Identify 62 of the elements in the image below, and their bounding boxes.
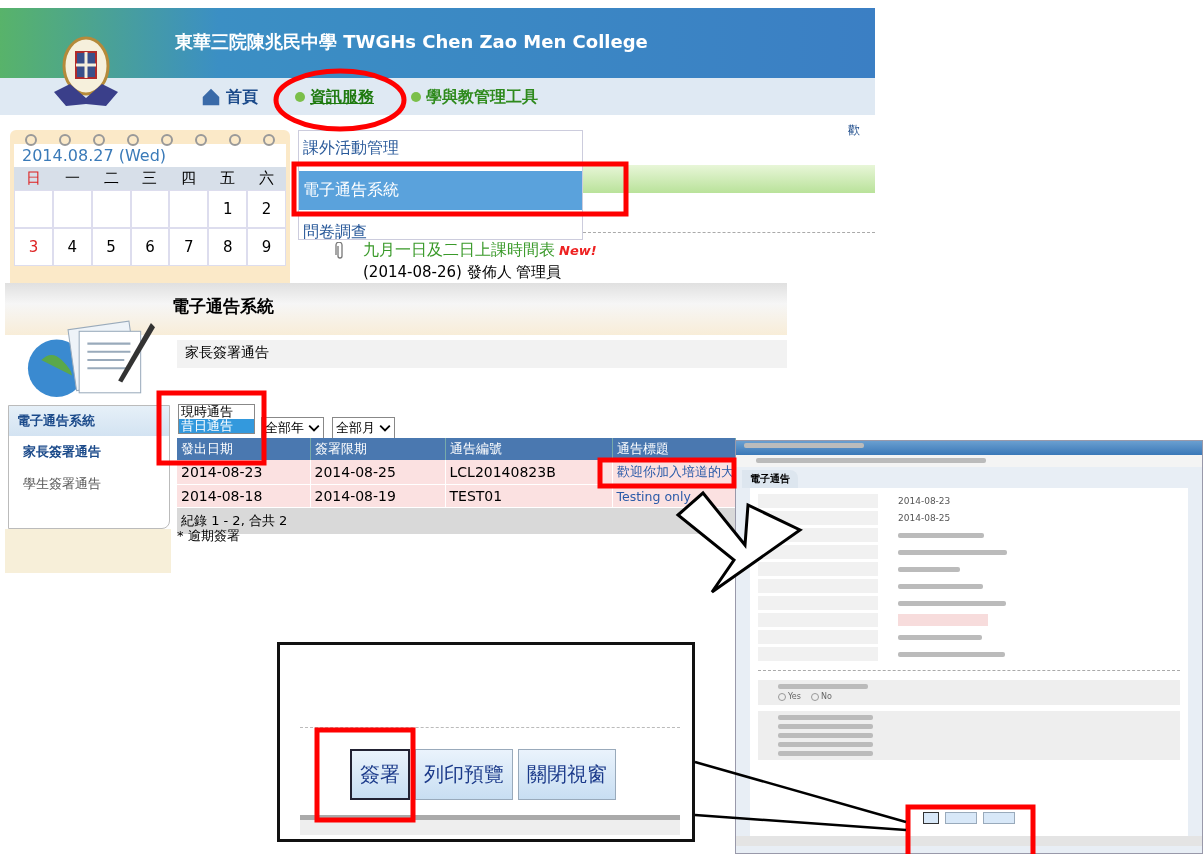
calendar-cell: [52, 190, 92, 228]
menu-item[interactable]: 課外活動管理: [299, 134, 582, 163]
calendar-cell: [169, 190, 209, 228]
sidebar-section[interactable]: 電子通告系統: [9, 406, 169, 436]
school-title: 東華三院陳兆民中學 TWGHs Chen Zao Men College: [175, 30, 648, 54]
weekday-label: 三: [130, 167, 170, 190]
form-button[interactable]: [923, 812, 939, 824]
weekday-label: 日: [14, 167, 53, 190]
news-meta: (2014-08-26) 發佈人 管理員: [363, 263, 563, 282]
blurred-text: [898, 566, 960, 572]
new-label: New!: [559, 243, 597, 258]
radio-option[interactable]: No: [810, 692, 832, 701]
calendar-date: 2014.08.27 (Wed): [14, 144, 286, 167]
form-button[interactable]: 關閉視窗: [518, 749, 616, 800]
calendar-cell: [130, 190, 170, 228]
chevron-down-icon: [308, 424, 320, 432]
field-value: 2014-08-23: [898, 496, 951, 506]
calendar-day[interactable]: 5: [91, 228, 131, 266]
calendar-day[interactable]: 8: [208, 228, 248, 266]
column-header: 簽署限期: [310, 438, 445, 460]
column-header: 通告編號: [445, 438, 612, 460]
weekday-label: 一: [52, 167, 92, 190]
weekday-label: 五: [208, 167, 248, 190]
calendar-day[interactable]: 4: [52, 228, 92, 266]
weekday-label: 六: [247, 167, 286, 190]
page-title: 家長簽署通告: [177, 340, 787, 368]
nav-link[interactable]: 資訊服務: [294, 86, 374, 108]
calendar-day[interactable]: 6: [130, 228, 170, 266]
month-select[interactable]: 全部月: [332, 417, 395, 439]
radio-option[interactable]: Yes: [778, 692, 801, 701]
calendar-day[interactable]: 2: [247, 190, 286, 228]
bullet-icon: [294, 91, 306, 103]
calendar-day[interactable]: 7: [169, 228, 209, 266]
input-field[interactable]: [898, 614, 988, 626]
sidebar-item[interactable]: 家長簽署通告: [9, 436, 169, 468]
form-button[interactable]: 列印預覽: [415, 749, 513, 800]
table-cell: 2014-08-19: [310, 484, 445, 508]
dropdown-option[interactable]: 現時通告: [179, 405, 254, 419]
table-cell: LCL20140823B: [445, 460, 612, 485]
calendar-day[interactable]: 3: [14, 228, 53, 266]
table-cell: 2014-08-18: [177, 484, 310, 508]
bullet-icon: [410, 91, 422, 103]
calendar-cell: [14, 190, 53, 228]
year-select[interactable]: 全部年: [261, 417, 324, 439]
chevron-down-icon: [379, 424, 391, 432]
weekday-label: 四: [169, 167, 209, 190]
column-header: 發出日期: [177, 438, 310, 460]
table-cell: 2014-08-25: [310, 460, 445, 485]
calendar-day[interactable]: 9: [247, 228, 286, 266]
nav-link[interactable]: 首頁: [200, 86, 258, 108]
welcome-text: 歡: [848, 122, 860, 139]
weekday-label: 二: [91, 167, 131, 190]
paperclip-icon: [335, 242, 345, 260]
form-button[interactable]: 簽署: [350, 749, 410, 800]
calendar-day[interactable]: 1: [208, 190, 248, 228]
system-title: 電子通告系統: [172, 295, 274, 318]
sidebar-item[interactable]: 學生簽署通告: [9, 468, 169, 500]
news-link[interactable]: 九月一日及二日上課時間表: [363, 240, 555, 261]
calendar-cell: [91, 190, 131, 228]
field-value: 2014-08-25: [898, 513, 951, 523]
home-icon: [200, 86, 222, 108]
nav-link[interactable]: 學與教管理工具: [410, 86, 538, 108]
